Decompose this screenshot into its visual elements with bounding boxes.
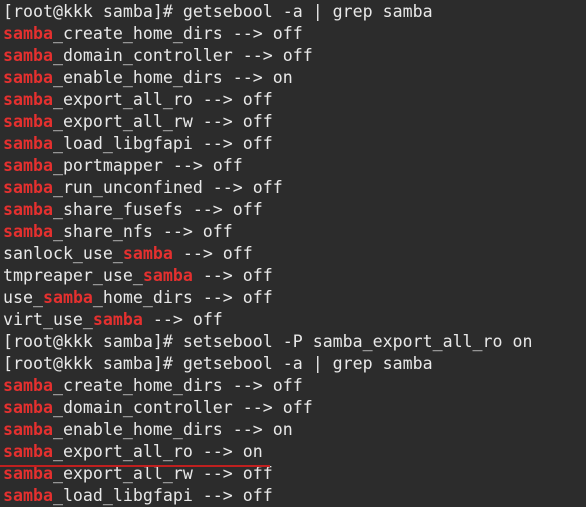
match-highlight: samba — [3, 178, 53, 197]
match-highlight: samba — [3, 134, 53, 153]
match-highlight: samba — [3, 222, 53, 241]
output-line: samba_export_all_ro --> on — [3, 441, 533, 463]
output-line: samba_load_libgfapi --> off — [3, 485, 533, 507]
output-line: samba_domain_controller --> off — [3, 45, 533, 67]
line-text: _enable_home_dirs --> on — [52, 68, 293, 87]
output-line: samba_enable_home_dirs --> on — [3, 419, 533, 441]
line-text: _enable_home_dirs --> on — [52, 420, 293, 439]
output-line: samba_export_all_ro --> off — [3, 89, 533, 111]
line-text: _load_libgfapi --> off — [52, 486, 273, 505]
output-line: samba_create_home_dirs --> off — [3, 23, 533, 45]
line-text: [root@kkk samba]# getsebool -a | grep sa… — [3, 354, 433, 373]
line-text: tmpreaper_use_ — [3, 266, 143, 285]
output-line: samba_domain_controller --> off — [3, 397, 533, 419]
line-text: _share_fusefs --> off — [52, 200, 263, 219]
line-text: --> off — [172, 244, 253, 263]
match-highlight: samba — [42, 288, 93, 307]
output-line: samba_run_unconfined --> off — [3, 177, 533, 199]
line-text: _export_all_ro --> off — [52, 90, 273, 109]
output-line: samba_load_libgfapi --> off — [3, 133, 533, 155]
line-text: _home_dirs --> off — [92, 288, 273, 307]
prompt-line: [root@kkk samba]# getsebool -a | grep sa… — [3, 1, 533, 23]
line-text: _portmapper --> off — [52, 156, 243, 175]
line-text: sanlock_use_ — [3, 244, 123, 263]
output-line: tmpreaper_use_samba --> off — [3, 265, 533, 287]
output-line: samba_share_fusefs --> off — [3, 199, 533, 221]
match-highlight: samba — [3, 68, 53, 87]
line-text: _export_all_rw --> off — [52, 112, 273, 131]
match-highlight: samba — [3, 156, 53, 175]
line-text: _domain_controller --> off — [52, 398, 313, 417]
output-line: samba_create_home_dirs --> off — [3, 375, 533, 397]
match-highlight: samba — [3, 90, 53, 109]
match-highlight: samba — [3, 486, 53, 505]
line-text: [root@kkk samba]# getsebool -a | grep sa… — [3, 2, 433, 21]
match-highlight: samba — [92, 310, 143, 329]
output-line: virt_use_samba --> off — [3, 309, 533, 331]
line-text: virt_use_ — [3, 310, 93, 329]
prompt-line: [root@kkk samba]# setsebool -P samba_exp… — [3, 331, 533, 353]
match-highlight: samba — [3, 24, 53, 43]
line-text: _share_nfs --> off — [52, 222, 233, 241]
line-text: --> off — [142, 310, 223, 329]
match-highlight: samba — [3, 442, 53, 461]
line-text: [root@kkk samba]# setsebool -P samba_exp… — [3, 332, 533, 351]
output-line: samba_share_nfs --> off — [3, 221, 533, 243]
line-text: --> off — [192, 266, 273, 285]
line-text: use_ — [3, 288, 43, 307]
terminal-output[interactable]: [root@kkk samba]# getsebool -a | grep sa… — [3, 1, 533, 507]
output-line: samba_portmapper --> off — [3, 155, 533, 177]
match-highlight: samba — [3, 398, 53, 417]
line-text: _load_libgfapi --> off — [52, 134, 273, 153]
match-highlight: samba — [3, 376, 53, 395]
prompt-line: [root@kkk samba]# getsebool -a | grep sa… — [3, 353, 533, 375]
annotation-underline — [0, 465, 270, 467]
match-highlight: samba — [3, 112, 53, 131]
line-text: _export_all_ro --> on — [52, 442, 263, 461]
match-highlight: samba — [3, 46, 53, 65]
match-highlight: samba — [3, 420, 53, 439]
match-highlight: samba — [142, 266, 193, 285]
line-text: _create_home_dirs --> off — [52, 376, 303, 395]
line-text: _run_unconfined --> off — [52, 178, 283, 197]
line-text: _create_home_dirs --> off — [52, 24, 303, 43]
line-text: _domain_controller --> off — [52, 46, 313, 65]
output-line: sanlock_use_samba --> off — [3, 243, 533, 265]
match-highlight: samba — [3, 200, 53, 219]
output-line: samba_export_all_rw --> off — [3, 111, 533, 133]
output-line: samba_enable_home_dirs --> on — [3, 67, 533, 89]
match-highlight: samba — [122, 244, 173, 263]
output-line: use_samba_home_dirs --> off — [3, 287, 533, 309]
